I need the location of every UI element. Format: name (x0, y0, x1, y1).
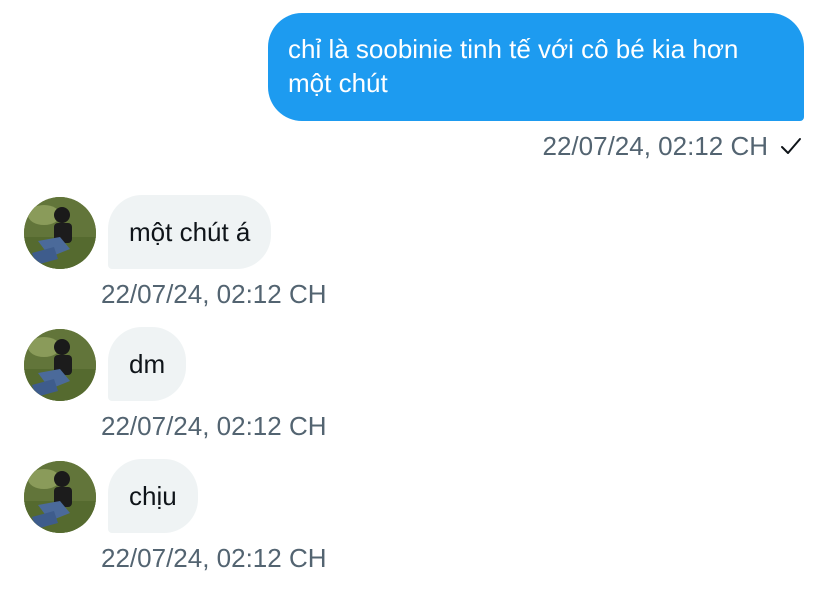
sent-message-timestamp: 22/07/24, 02:12 CH (542, 130, 769, 161)
received-message-bubble[interactable]: một chút á (108, 195, 272, 269)
received-message-bubble[interactable]: dm (108, 327, 187, 401)
sent-message-meta: 22/07/24, 02:12 CH (543, 128, 805, 164)
received-message-text: một chút á (129, 216, 251, 247)
received-message-timestamp: 22/07/24, 02:12 CH (101, 411, 327, 441)
avatar[interactable] (24, 461, 96, 533)
received-message-text: chịu (129, 480, 177, 511)
check-icon (778, 133, 804, 159)
avatar[interactable] (24, 329, 96, 401)
received-message-bubble[interactable]: chịu (108, 459, 198, 533)
sent-message-bubble[interactable]: chỉ là soobinie tinh tế với cô bé kia hơ… (268, 13, 804, 121)
received-message-timestamp: 22/07/24, 02:12 CH (101, 279, 327, 309)
avatar[interactable] (24, 197, 96, 269)
sent-message-text: chỉ là soobinie tinh tế với cô bé kia hơ… (288, 34, 739, 98)
received-message-text: dm (129, 348, 166, 379)
received-message-timestamp: 22/07/24, 02:12 CH (101, 543, 327, 573)
